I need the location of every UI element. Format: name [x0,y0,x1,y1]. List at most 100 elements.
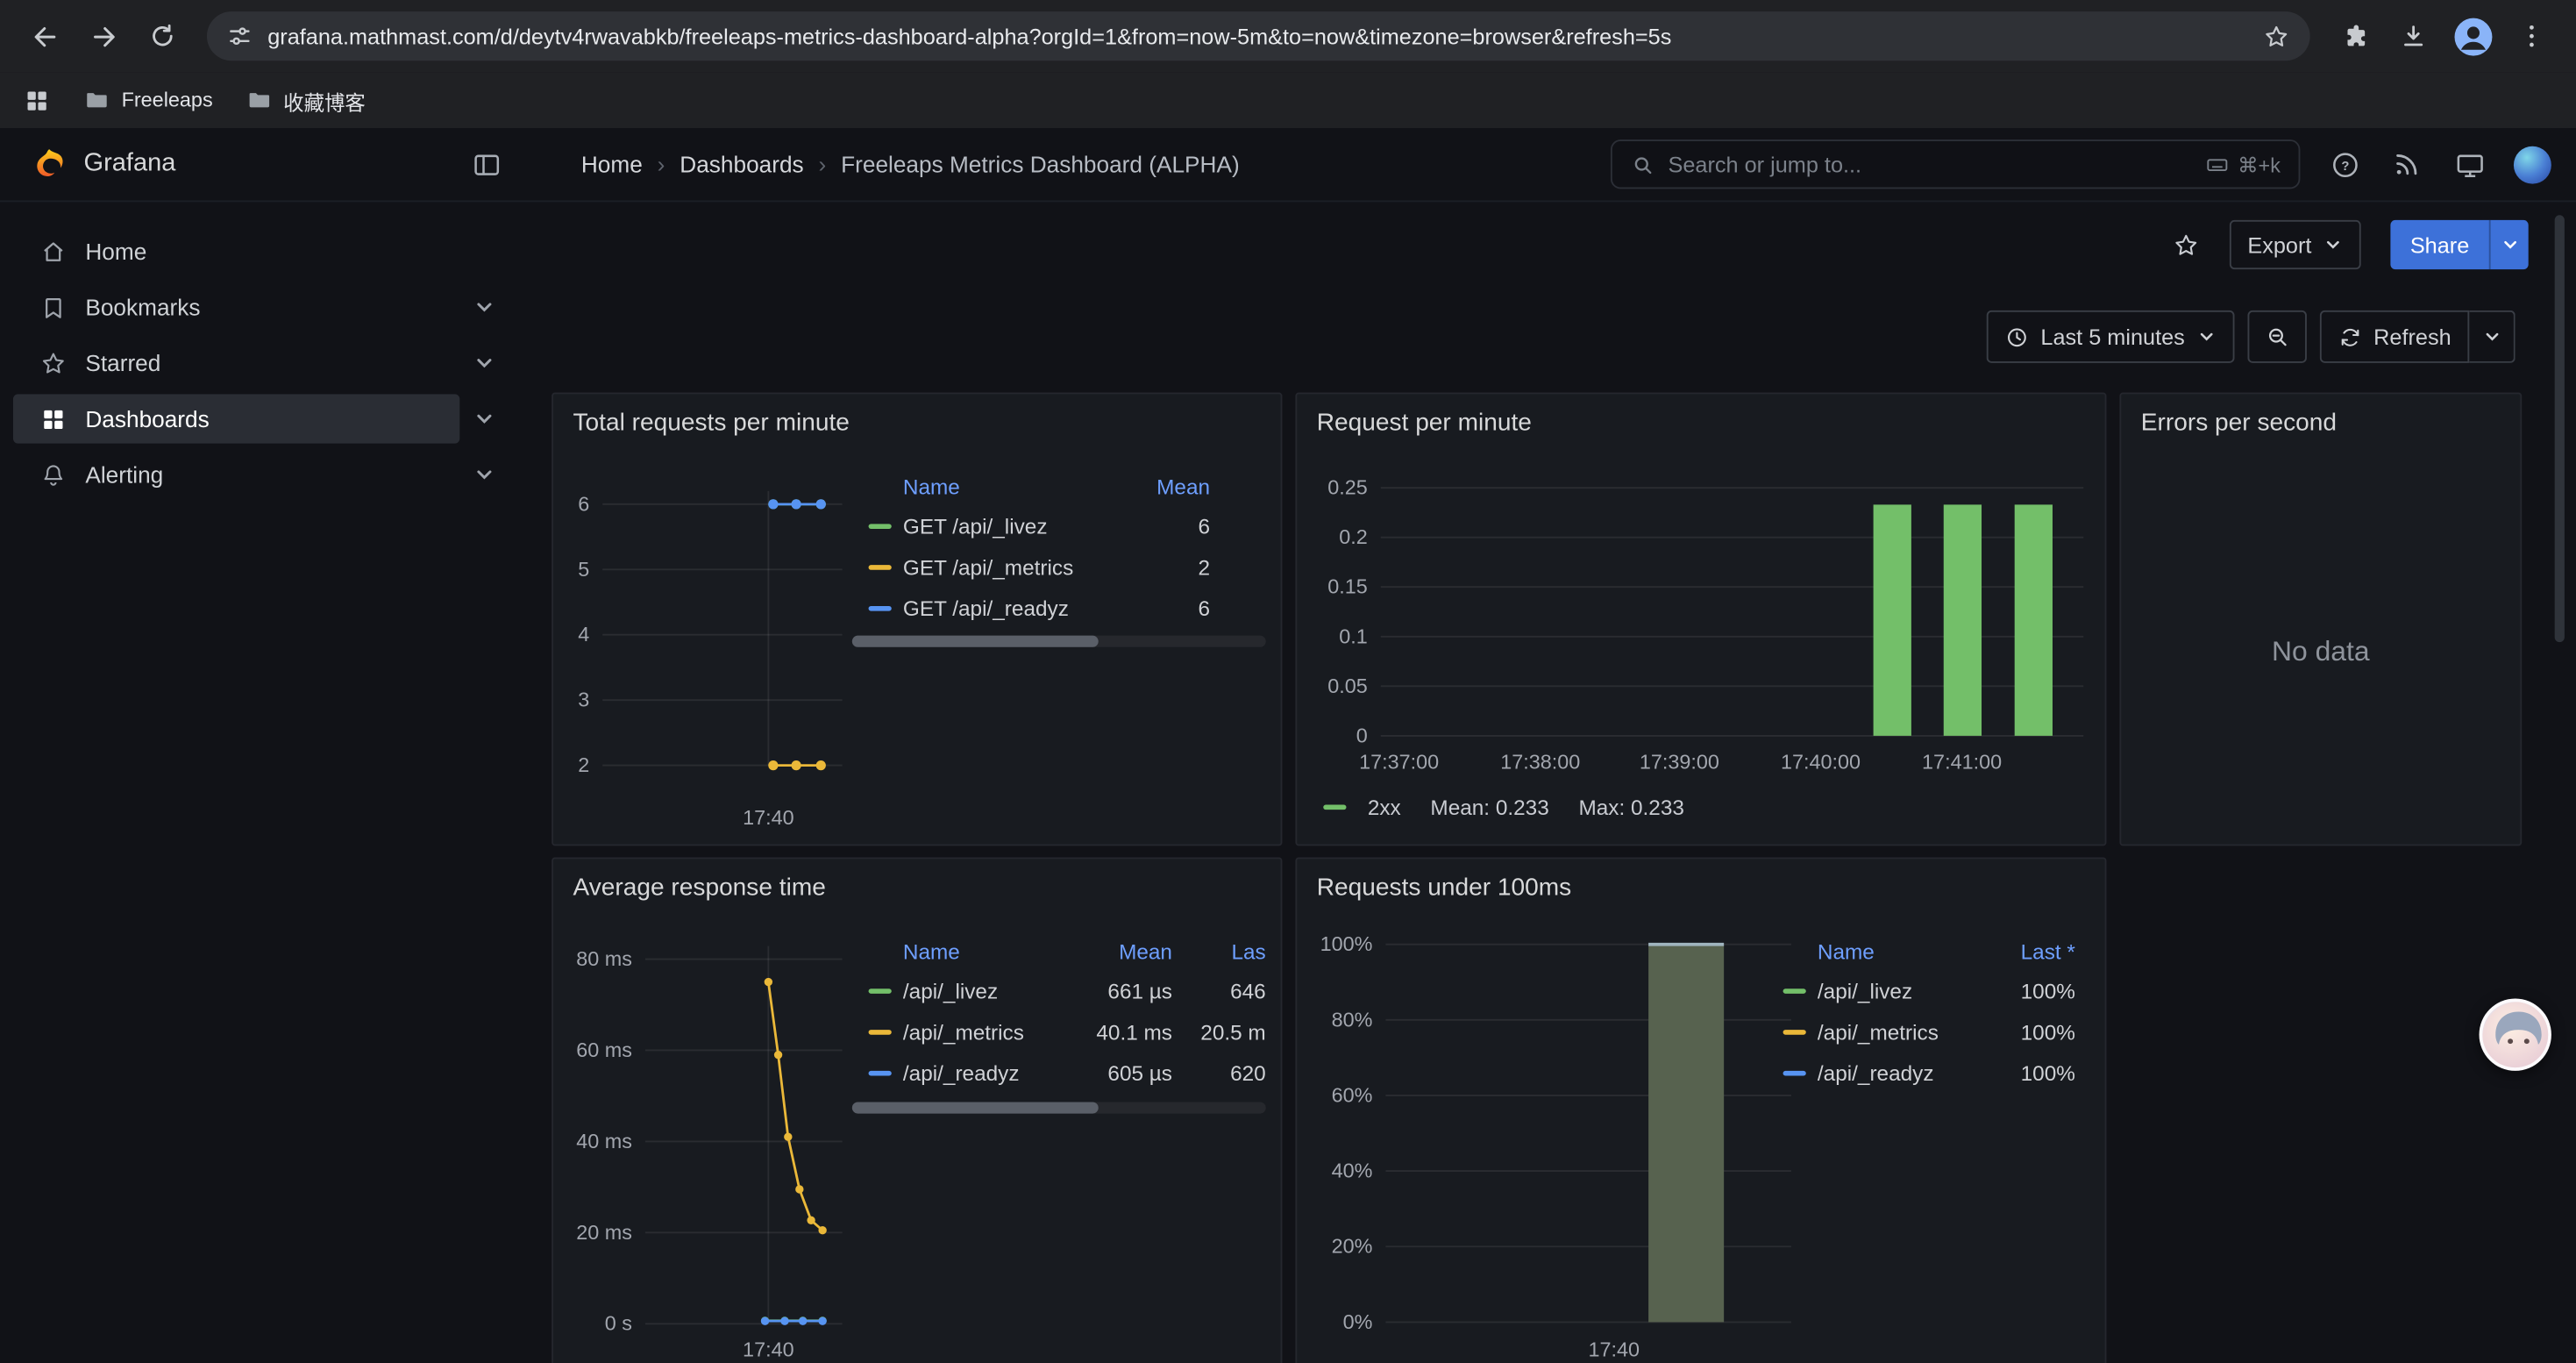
bookmarks-bar: Freeleaps 收藏博客 [0,72,2576,130]
scrollbar-thumb[interactable] [852,1102,1099,1113]
panel-request-per-minute: Request per minute 0.250.20.150.10.05017… [1295,393,2106,846]
series-name[interactable]: GET /api/_metrics [903,555,1118,580]
legend-scrollbar[interactable] [852,636,1266,647]
legend-row: GET /api/_livez 6 [869,506,1266,547]
refresh-icon [2338,325,2362,349]
svg-text:17:40:00: 17:40:00 [1781,750,1861,773]
sidebar-toggle-icon[interactable] [471,148,502,180]
legend-col-mean[interactable]: Mean [1071,938,1172,963]
favorite-star-icon[interactable] [2172,231,2200,259]
panel-title[interactable]: Total requests per minute [553,394,1281,437]
kiosk-monitor-icon[interactable] [2441,136,2497,192]
chevron-down-icon[interactable] [459,352,509,375]
browser-window: grafana.mathmast.com/d/deytv4rwavabkb/fr… [0,0,2576,1363]
series-name[interactable]: /api/_readyz [903,1061,1071,1086]
extensions-icon[interactable] [2326,8,2382,64]
rss-icon[interactable] [2379,136,2435,192]
svg-text:5: 5 [578,558,589,581]
breadcrumb-dashboards[interactable]: Dashboards [680,151,803,177]
address-bar[interactable]: grafana.mathmast.com/d/deytv4rwavabkb/fr… [207,11,2310,61]
svg-text:0: 0 [1356,724,1368,746]
series-name[interactable]: /api/_metrics [903,1020,1071,1045]
legend-col-name[interactable]: Name [1783,938,1990,963]
apps-grid-icon[interactable] [23,86,51,114]
series-name[interactable]: 2xx [1368,794,1401,818]
share-menu-button[interactable] [2489,220,2529,269]
refresh-label: Refresh [2373,325,2451,349]
bookmark-folder-freeleaps[interactable]: Freeleaps [83,87,212,113]
bell-icon [39,460,68,489]
sidebar-item-alerting[interactable]: Alerting [13,450,459,499]
series-swatch [1783,988,1806,994]
series-name[interactable]: GET /api/_readyz [903,596,1118,621]
time-range-picker[interactable]: Last 5 minutes [1987,310,2234,363]
series-name[interactable]: /api/_metrics [1818,1020,1990,1045]
series-swatch [869,1030,892,1035]
panel-title[interactable]: Requests under 100ms [1297,859,2104,902]
legend-col-mean[interactable]: Mean [1118,474,1210,498]
series-last: 100% [1990,1061,2075,1086]
chevron-down-icon [2196,327,2216,346]
assistant-avatar[interactable] [2480,998,2551,1070]
sidebar-item-home[interactable]: Home [13,226,509,275]
chevron-down-icon[interactable] [459,296,509,318]
reload-button[interactable] [135,8,191,64]
profile-avatar[interactable] [2444,8,2501,64]
sidebar-item-bookmarks[interactable]: Bookmarks [13,282,459,332]
sidebar-label: Bookmarks [85,294,200,320]
browser-menu-button[interactable] [2504,8,2560,64]
svg-text:6: 6 [578,492,589,515]
grafana-logo[interactable] [32,146,68,182]
url-text: grafana.mathmast.com/d/deytv4rwavabkb/fr… [267,24,2247,48]
refresh-interval-button[interactable] [2469,310,2515,363]
legend-col-last[interactable]: Las [1172,938,1266,963]
chevron-down-icon[interactable] [459,407,509,430]
page-scrollbar[interactable] [2555,215,2565,642]
profile-avatar-icon [2452,16,2494,57]
search-input[interactable]: Search or jump to... ⌘+k [1611,139,2300,189]
home-icon [39,238,68,266]
grafana-app: Grafana Home › Dashboards › Freeleaps Me… [0,128,2576,1363]
folder-icon [83,87,110,113]
panel-title[interactable]: Errors per second [2121,394,2520,437]
dashboard-main: Export Share Last [525,202,2576,1363]
site-info-icon[interactable] [226,23,253,49]
panel-title[interactable]: Average response time [553,859,1281,902]
sidebar-item-starred[interactable]: Starred [13,339,459,388]
legend-row: /api/_livez 100% [1783,971,2075,1012]
series-name[interactable]: /api/_readyz [1818,1061,1990,1086]
refresh-button[interactable]: Refresh [2319,310,2469,363]
svg-text:0.25: 0.25 [1327,476,1368,499]
legend-col-name[interactable]: Name [869,938,1071,963]
svg-text:0%: 0% [1343,1310,1373,1333]
share-button[interactable]: Share [2390,220,2488,269]
downloads-icon[interactable] [2386,8,2442,64]
legend-col-name[interactable]: Name [869,474,1119,498]
breadcrumb-home[interactable]: Home [581,151,643,177]
panel-title[interactable]: Request per minute [1297,394,2104,437]
series-name[interactable]: /api/_livez [903,979,1071,1003]
export-button[interactable]: Export [2230,220,2361,269]
forward-button[interactable] [75,8,132,64]
bookmark-label: Freeleaps [122,89,213,111]
bookmark-folder-blog[interactable]: 收藏博客 [246,84,366,116]
chevron-down-icon[interactable] [459,463,509,486]
user-avatar[interactable] [2504,136,2560,192]
scrollbar-thumb[interactable] [852,636,1099,647]
series-name[interactable]: /api/_livez [1818,979,1990,1003]
legend-scrollbar[interactable] [852,1102,1266,1113]
average-response-time-chart: 80 ms60 ms40 ms20 ms0 s17:40 [553,859,849,1363]
series-last: 620 [1172,1061,1266,1086]
series-last: 100% [1990,1020,2075,1045]
back-button[interactable] [17,8,73,64]
series-name[interactable]: GET /api/_livez [903,514,1118,539]
svg-text:0.05: 0.05 [1327,674,1368,697]
svg-text:40%: 40% [1332,1160,1373,1182]
legend-col-last[interactable]: Last * [1990,938,2075,963]
sidebar-item-dashboards[interactable]: Dashboards [13,394,459,443]
zoom-out-button[interactable] [2247,310,2306,363]
bookmark-star-icon[interactable] [2262,22,2290,50]
svg-text:60 ms: 60 ms [576,1038,632,1061]
help-icon[interactable]: ? [2316,136,2373,192]
request-per-minute-chart: 0.250.20.150.10.05017:37:0017:38:0017:39… [1297,394,2106,785]
